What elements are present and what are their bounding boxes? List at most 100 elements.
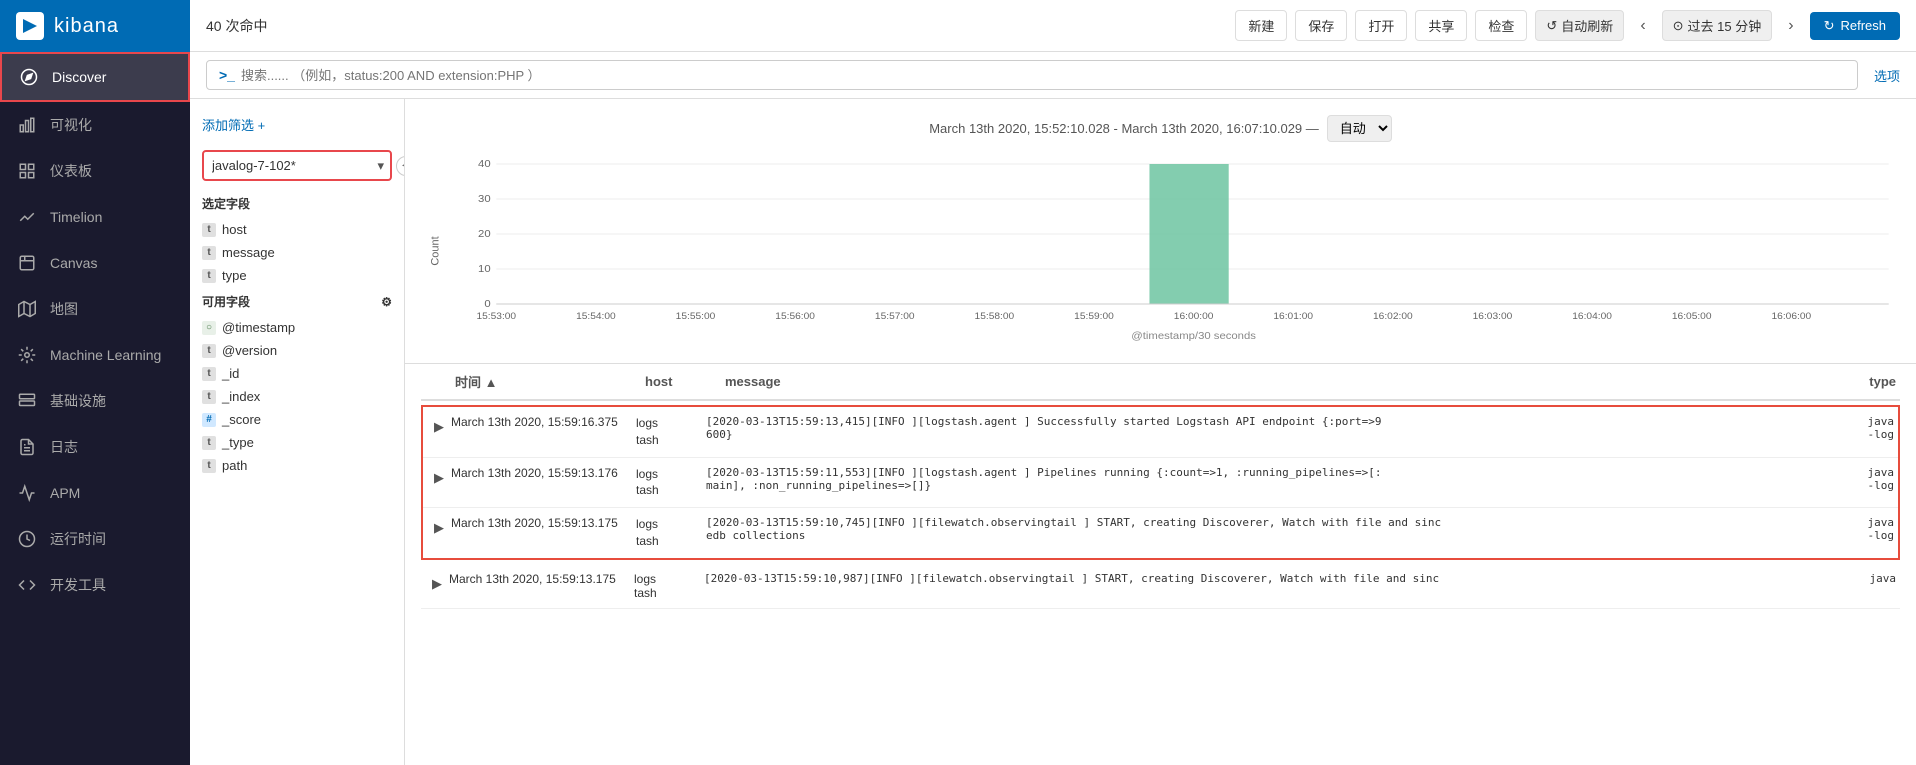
table-area: 时间 ▲ host message type ▶ March 13th 2020… <box>405 364 1916 765</box>
field-type-icon: # <box>202 413 216 427</box>
save-button[interactable]: 保存 <box>1295 10 1347 41</box>
table-row: ▶ March 13th 2020, 15:59:13.175 logstash… <box>421 564 1900 609</box>
svg-text:16:01:00: 16:01:00 <box>1273 312 1313 322</box>
sidebar-item-uptime[interactable]: 运行时间 <box>0 516 190 562</box>
table-header: 时间 ▲ host message type <box>421 364 1900 401</box>
row-message: [2020-03-13T15:59:10,745][INFO ][filewat… <box>706 516 1824 542</box>
field-type-icon: t <box>202 436 216 450</box>
svg-text:16:03:00: 16:03:00 <box>1473 312 1513 322</box>
sidebar-item-devtools[interactable]: 开发工具 <box>0 562 190 608</box>
time-interval-select[interactable]: 自动 <box>1327 115 1392 142</box>
search-bar: >_ 选项 <box>190 52 1916 99</box>
sidebar: kibana Discover 可视化 仪表板 Timelion <box>0 0 190 765</box>
sidebar-item-ml[interactable]: Machine Learning <box>0 332 190 378</box>
sidebar-item-discover[interactable]: Discover <box>0 52 190 102</box>
auto-refresh-button[interactable]: ↺ 自动刷新 <box>1535 10 1624 41</box>
svg-text:16:02:00: 16:02:00 <box>1373 312 1413 322</box>
row-time: March 13th 2020, 15:59:16.375 <box>451 415 636 429</box>
chevron-down-icon[interactable]: ▾ <box>377 158 384 174</box>
sidebar-item-canvas[interactable]: Canvas <box>0 240 190 286</box>
sort-icon: ▲ <box>485 375 498 390</box>
hit-count: 40 次命中 <box>206 16 267 36</box>
row-expand-button[interactable]: ▶ <box>427 415 451 439</box>
svg-text:15:55:00: 15:55:00 <box>676 312 716 322</box>
chart-svg-container: 40 30 20 10 0 <box>451 154 1900 347</box>
search-input[interactable] <box>241 68 1845 83</box>
sidebar-item-apm[interactable]: APM <box>0 470 190 516</box>
field-item-version[interactable]: t @version <box>190 339 404 362</box>
row-time: March 13th 2020, 15:59:13.176 <box>451 466 636 480</box>
svg-text:40: 40 <box>478 159 491 170</box>
toolbar-nav: ‹ <box>1632 13 1653 39</box>
sidebar-item-maps[interactable]: 地图 <box>0 286 190 332</box>
share-button[interactable]: 共享 <box>1415 10 1467 41</box>
field-item-message[interactable]: t message <box>190 241 404 264</box>
timelion-icon <box>16 206 38 228</box>
chart-wrapper: Count 40 <box>421 154 1900 347</box>
prev-time-button[interactable]: ‹ <box>1632 13 1653 39</box>
search-options-link[interactable]: 选项 <box>1874 66 1900 85</box>
apm-icon <box>16 482 38 504</box>
gear-icon[interactable]: ⚙ <box>381 295 392 309</box>
kibana-logo-text: kibana <box>54 15 119 38</box>
field-type-icon: t <box>202 344 216 358</box>
field-item-timestamp[interactable]: ○ @timestamp <box>190 316 404 339</box>
field-item-index[interactable]: t _index <box>190 385 404 408</box>
time-range-button[interactable]: ⊙ 过去 15 分钟 <box>1662 10 1773 41</box>
auto-refresh-label: 自动刷新 <box>1561 16 1613 35</box>
logs-icon <box>16 436 38 458</box>
field-name: _type <box>222 435 254 450</box>
canvas-icon <box>16 252 38 274</box>
row-expand-button[interactable]: ▶ <box>425 572 449 596</box>
refresh-label: Refresh <box>1840 18 1886 33</box>
field-name: _score <box>222 412 261 427</box>
svg-text:16:00:00: 16:00:00 <box>1174 312 1214 322</box>
table-row: ▶ March 13th 2020, 15:59:13.175 logstash… <box>423 508 1898 558</box>
field-item-host[interactable]: t host <box>190 218 404 241</box>
field-item-type[interactable]: t type <box>190 264 404 287</box>
sidebar-item-logs[interactable]: 日志 <box>0 424 190 470</box>
row-expand-button[interactable]: ▶ <box>427 466 451 490</box>
svg-text:15:56:00: 15:56:00 <box>775 312 815 322</box>
field-item-score[interactable]: # _score <box>190 408 404 431</box>
message-col-header: message <box>725 374 1816 389</box>
open-button[interactable]: 打开 <box>1355 10 1407 41</box>
histogram-bar-6[interactable] <box>1149 164 1228 304</box>
field-name: path <box>222 458 247 473</box>
index-pattern-wrap: ▾ ◁ <box>190 142 404 189</box>
refresh-button[interactable]: ↻ Refresh <box>1810 12 1900 40</box>
type-col-header: type <box>1816 374 1896 389</box>
sidebar-item-dashboard[interactable]: 仪表板 <box>0 148 190 194</box>
devtools-icon <box>16 574 38 596</box>
toolbar: 40 次命中 新建 保存 打开 共享 检查 ↺ 自动刷新 ‹ ⊙ 过去 15 分… <box>190 0 1916 52</box>
svg-text:16:06:00: 16:06:00 <box>1772 312 1812 322</box>
highlighted-rows-section: ▶ March 13th 2020, 15:59:16.375 logstash… <box>421 405 1900 560</box>
inspect-button[interactable]: 检查 <box>1475 10 1527 41</box>
row-time: March 13th 2020, 15:59:13.175 <box>451 516 636 530</box>
field-item-id[interactable]: t _id <box>190 362 404 385</box>
row-expand-button[interactable]: ▶ <box>427 516 451 540</box>
add-filter-button[interactable]: 添加筛选 + <box>190 107 404 142</box>
sidebar-item-timelion[interactable]: Timelion <box>0 194 190 240</box>
logo[interactable]: kibana <box>0 0 190 52</box>
next-time-button[interactable]: › <box>1780 13 1801 39</box>
search-input-wrap[interactable]: >_ <box>206 60 1858 90</box>
bar-chart-icon <box>16 114 38 136</box>
ml-icon <box>16 344 38 366</box>
kibana-logo-icon <box>16 12 44 40</box>
field-item-doctype[interactable]: t _type <box>190 431 404 454</box>
clock-icon: ⊙ <box>1673 18 1684 34</box>
new-button[interactable]: 新建 <box>1235 10 1287 41</box>
search-prefix: >_ <box>219 67 235 83</box>
field-name: _index <box>222 389 260 404</box>
field-name: _id <box>222 366 239 381</box>
index-pattern-input[interactable] <box>202 150 392 181</box>
histogram-chart: 40 30 20 10 0 <box>451 154 1900 344</box>
time-col-header[interactable]: 时间 ▲ <box>455 372 645 391</box>
svg-text:10: 10 <box>478 264 491 275</box>
field-item-path[interactable]: t path <box>190 454 404 477</box>
sidebar-item-infra[interactable]: 基础设施 <box>0 378 190 424</box>
sidebar-item-apm-label: APM <box>50 485 80 501</box>
collapse-panel-button[interactable]: ◁ <box>396 156 405 176</box>
sidebar-item-visualize[interactable]: 可视化 <box>0 102 190 148</box>
